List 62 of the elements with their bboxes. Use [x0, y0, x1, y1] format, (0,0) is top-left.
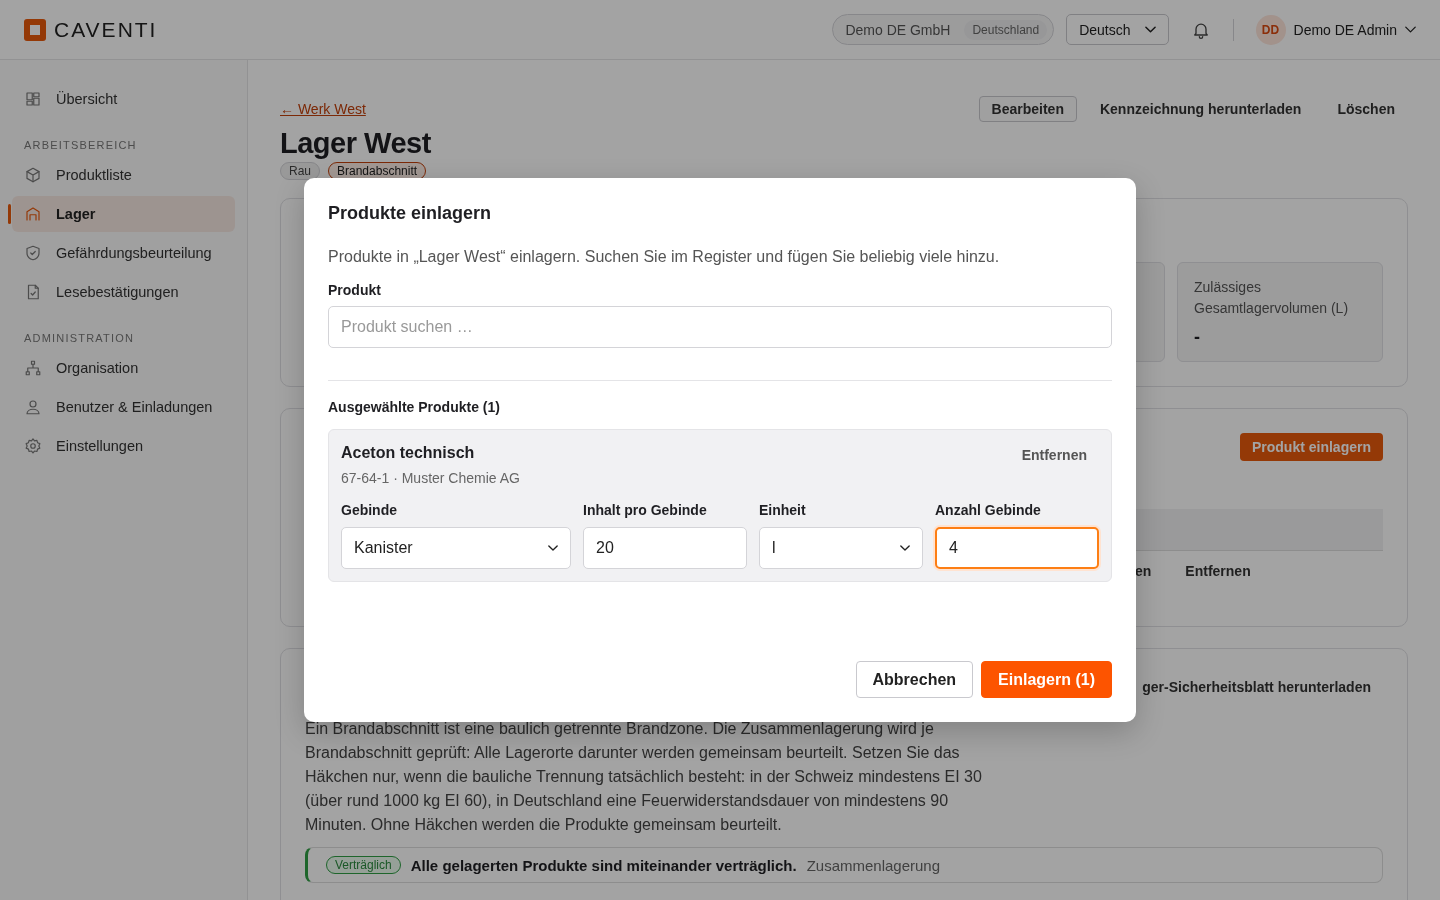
sidebar-item[interactable]: Übersicht [12, 81, 235, 117]
sidebar-item[interactable]: Produktliste [12, 157, 235, 193]
field-label: Produkt [328, 282, 382, 298]
user-icon [24, 398, 42, 416]
stat-label: Zulässiges Gesamtlagervolumen (L) [1194, 278, 1350, 318]
product-name: Aceton technisch [341, 444, 475, 462]
action-link[interactable]: Löschen [1324, 96, 1408, 122]
page-title: Lager West [280, 126, 432, 160]
field-label: Gebinde [341, 502, 398, 518]
info-paragraph: Ein Brandabschnitt ist eine baulich getrennte Brandzone. Die Zusammenlagerung wird je Brandabschnitt geprüft: Alle Lagerorte darunter werden gemeinsam beurteilt. Setzen Sie das Häkchen nur, wenn die bauliche Trennung tatsächlich besteht: in der Schweiz mindestens EI 30 (über rund 1000 kg EI 60), in Deutschland eine Feuerwiderstandsdauer von mindestens 90 Minuten. Ohne Häkchen werden die Produkte gemeinsam beurteilt. [305, 719, 983, 835]
language-select[interactable]: Deutsch [1066, 14, 1169, 45]
country-badge: Deutschland [964, 19, 1048, 40]
field-label: Inhalt pro Gebinde [583, 502, 708, 518]
sidebar-item[interactable]: Benutzer & Einladungen [12, 389, 235, 425]
search-field[interactable]: Produkt suchen … [328, 306, 1112, 348]
logo-icon [24, 18, 46, 41]
section-heading: ARBEITSBEREICH [24, 139, 138, 151]
cancel-button[interactable]: Abbrechen [855, 661, 974, 698]
field-label: Einheit [759, 502, 807, 518]
dialog-title: Produkte einlagern [328, 203, 493, 224]
organization-switcher[interactable]: Demo DE GmbH Deutschland [832, 14, 1055, 45]
product-meta: 67-64-1 · Muster Chemie AG [341, 470, 521, 486]
shield-check-icon [24, 244, 42, 262]
user-menu[interactable]: DD Demo DE Admin [1255, 14, 1416, 45]
back-link[interactable]: ← Werk West [280, 101, 366, 117]
user-name: Demo DE Admin [1293, 21, 1397, 38]
status-badge: Verträglich [326, 856, 401, 874]
warehouse-icon [24, 205, 42, 223]
select-field[interactable]: Kanister [341, 527, 571, 569]
alert-text: Zusammenlagerung [806, 856, 941, 874]
cube-icon [24, 166, 42, 184]
stat-value: - [1194, 327, 1201, 348]
sidebar-item[interactable]: Einstellungen [12, 428, 235, 464]
submit-button[interactable]: Einlagern (1) [981, 661, 1112, 698]
settings-icon [24, 437, 42, 455]
remove-button[interactable]: Entfernen [1009, 444, 1099, 466]
section-heading: Ausgewählte Produkte (1) [328, 399, 501, 415]
organization-name: Demo DE GmbH [845, 21, 951, 38]
tag: Rau [280, 162, 320, 180]
select-field[interactable]: l [759, 527, 923, 569]
avatar: DD [1255, 14, 1286, 45]
chevron-down-icon [1405, 26, 1416, 33]
brand-name: CAVENTI [54, 17, 158, 42]
table-action[interactable]: Entfernen [1185, 563, 1251, 579]
dialog-description: Produkte in „Lager West“ einlagern. Suchen Sie im Register und fügen Sie beliebig viele hinzu. [328, 248, 1001, 266]
sidebar-item[interactable]: Gefährdungsbeurteilung [12, 235, 235, 271]
alert-title: Alle gelagerten Produkte sind miteinander verträglich. [410, 856, 797, 874]
sidebar-item[interactable]: Lesebestätigungen [12, 274, 235, 310]
section-heading: ADMINISTRATION [24, 332, 136, 344]
action-link[interactable]: Kennzeichnung herunterladen [1086, 96, 1315, 122]
hierarchy-icon [24, 359, 42, 377]
input-field[interactable]: 20 [583, 527, 747, 569]
chevron-down-icon [1144, 26, 1156, 33]
edit-button[interactable]: Bearbeiten [978, 96, 1077, 122]
chevron-down-icon [548, 545, 558, 551]
dashboard-icon [24, 90, 42, 108]
chevron-down-icon [900, 545, 910, 551]
download-link[interactable]: ger-Sicherheitsblatt herunterladen [1142, 679, 1383, 695]
field-label: Anzahl Gebinde [935, 502, 1042, 518]
input-field[interactable]: 4 [935, 527, 1099, 569]
table-action[interactable]: en [1135, 563, 1152, 579]
sidebar-item[interactable]: Organisation [12, 350, 235, 386]
